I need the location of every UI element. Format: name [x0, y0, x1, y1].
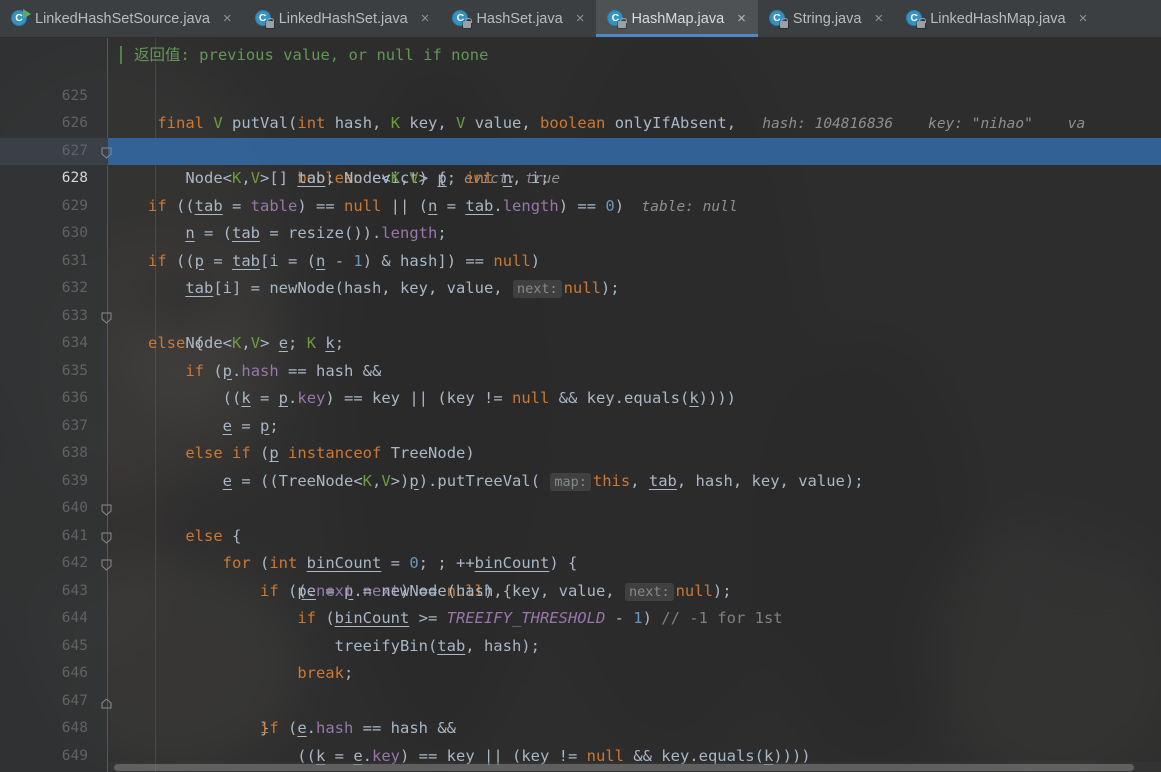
line-number: 630: [61, 225, 88, 241]
line-number: 632: [61, 280, 88, 296]
line-number: 636: [61, 390, 88, 406]
fold-marker-icon[interactable]: [101, 449, 112, 516]
code-line-638[interactable]: 638 e = ((TreeNode<K,V>)p).putTreeVal( m…: [0, 413, 1161, 491]
tab-label: LinkedHashMap.java: [930, 10, 1066, 27]
tab-label: HashMap.java: [631, 10, 725, 27]
line-number: 635: [61, 362, 88, 379]
code-line-646[interactable]: 646 }: [0, 633, 1161, 737]
line-number: 641: [61, 527, 88, 544]
tab-close-icon[interactable]: ×: [1077, 11, 1090, 26]
editor-tab-hashmap[interactable]: C HashMap.java ×: [596, 0, 759, 37]
tab-label: String.java: [792, 10, 862, 27]
scrollbar-thumb[interactable]: [114, 764, 1134, 771]
line-number: 626: [61, 115, 88, 131]
fold-marker-icon[interactable]: [101, 477, 112, 544]
ide-editor-window: C LinkedHashSetSource.java × C LinkedHas…: [0, 0, 1161, 772]
editor-tab-hashset[interactable]: C HashSet.java ×: [441, 0, 597, 37]
java-class-run-icon: C: [11, 9, 31, 27]
editor-tab-linkedhashsetsource[interactable]: C LinkedHashSetSource.java ×: [0, 0, 244, 37]
editor-tab-string[interactable]: C String.java ×: [757, 0, 896, 37]
editor-tab-linkedhashset[interactable]: C LinkedHashSet.java ×: [243, 0, 442, 37]
line-number: 638: [61, 445, 88, 461]
java-class-locked-icon: C: [906, 10, 926, 28]
code-line-631[interactable]: 631 tab[i] = newNode(hash, key, value, n…: [0, 220, 1161, 298]
tab-label: HashSet.java: [476, 10, 563, 27]
code-line-649[interactable]: 649 break;: [0, 715, 1161, 764]
editor-tab-bar: C LinkedHashSetSource.java × C LinkedHas…: [0, 0, 1161, 38]
line-number: 642: [61, 555, 88, 571]
line-number: 649: [61, 747, 88, 764]
line-number: 648: [61, 720, 88, 736]
code-editor[interactable]: 返回值: previous value, or null if none 625…: [0, 37, 1161, 772]
code-line-partial-javadoc: 返回值: previous value, or null if none: [0, 37, 1161, 64]
code-line-634[interactable]: 634 if (p.hash == hash &&: [0, 303, 1161, 380]
fold-marker-icon[interactable]: [101, 92, 112, 159]
tab-close-icon[interactable]: ×: [419, 11, 432, 26]
line-number: 634: [61, 335, 88, 351]
editor-tab-linkedhashmap[interactable]: C LinkedHashMap.java ×: [895, 0, 1100, 37]
tab-close-icon[interactable]: ×: [574, 11, 587, 26]
java-class-locked-icon: C: [768, 10, 789, 28]
code-line-625[interactable]: 625 final V putVal(int hash, K key, V va…: [0, 55, 1161, 133]
fold-marker-icon[interactable]: [101, 504, 112, 571]
line-number: 646: [61, 665, 88, 681]
line-number: 647: [61, 692, 88, 709]
line-number: 627: [61, 142, 88, 159]
java-class-locked-icon: C: [607, 10, 627, 28]
code-rows: 返回值: previous value, or null if none 625…: [0, 37, 1161, 770]
code-line-628-current-execution[interactable]: 628 if ((tab = table) == null || (n = ta…: [0, 137, 1161, 215]
line-number: 643: [61, 582, 88, 599]
line-number: 644: [61, 610, 88, 626]
tab-close-icon[interactable]: ×: [735, 11, 748, 26]
code-line-626[interactable]: 626 boolean evict) { evict: true: [0, 83, 1161, 187]
horizontal-scrollbar[interactable]: [108, 762, 1161, 772]
line-number: 633: [61, 307, 88, 324]
java-class-locked-icon: C: [254, 10, 275, 28]
line-number: 628: [61, 170, 88, 186]
line-number: 629: [61, 197, 88, 214]
line-number: 625: [61, 87, 88, 104]
line-number: 631: [61, 252, 88, 269]
tab-label: LinkedHashSetSource.java: [35, 10, 210, 27]
java-class-locked-icon: C: [452, 10, 472, 28]
tab-close-icon[interactable]: ×: [872, 11, 885, 26]
tab-label: LinkedHashSet.java: [278, 10, 408, 27]
code-line-639[interactable]: 639 else {: [0, 440, 1161, 545]
tab-close-icon[interactable]: ×: [221, 11, 234, 26]
code-line-637[interactable]: 637 else if (p instanceof TreeNode): [0, 385, 1161, 463]
line-number: 640: [61, 500, 88, 516]
line-number: 637: [61, 417, 88, 434]
fold-marker-icon[interactable]: [101, 257, 112, 324]
code-line-632[interactable]: 632 else {: [0, 248, 1161, 352]
code-line-635[interactable]: 635 ((k = p.key) == key || (key != null …: [0, 330, 1161, 408]
line-number: 645: [61, 637, 88, 654]
code-line-629[interactable]: 629 n = (tab = resize()).length;: [0, 165, 1161, 243]
fold-marker-icon[interactable]: [101, 644, 112, 708]
line-number: 639: [61, 472, 88, 489]
